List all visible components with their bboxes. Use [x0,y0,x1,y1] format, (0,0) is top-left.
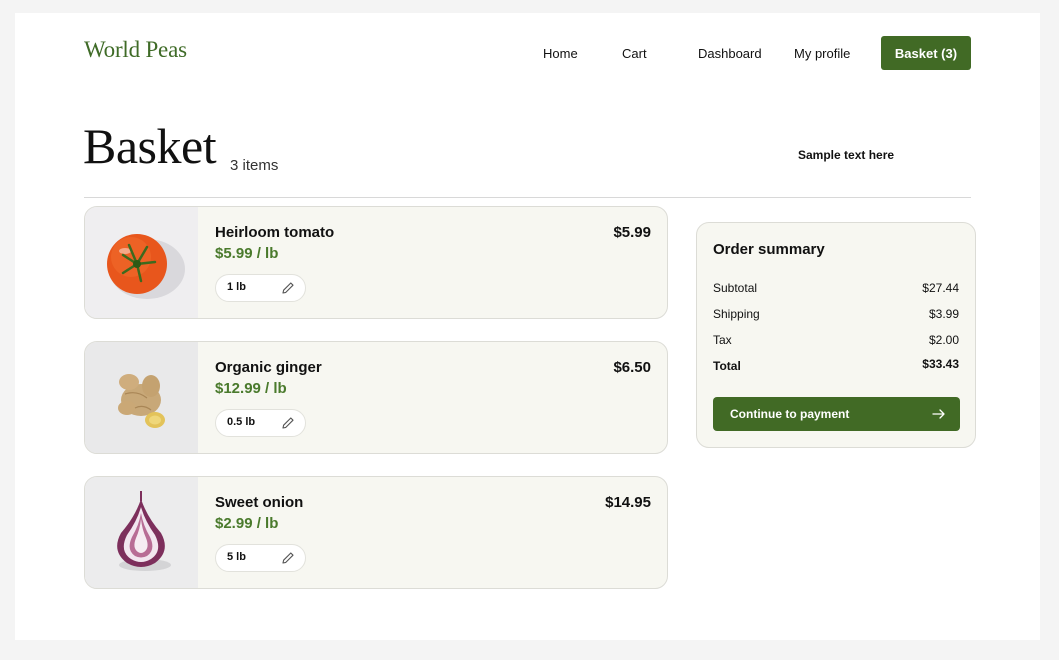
summary-label: Subtotal [713,281,758,295]
item-price: $5.99 [613,224,651,241]
pencil-icon[interactable] [280,550,296,566]
nav-home[interactable]: Home [543,46,578,61]
basket-button[interactable]: Basket (3) [881,36,971,70]
quantity-value: 1 lb [227,281,246,293]
arrow-right-icon [932,409,945,419]
item-unit-price: $12.99 / lb [215,380,287,397]
divider [84,197,971,198]
summary-row-shipping: Shipping $3.99 [713,307,959,321]
continue-to-payment-button[interactable]: Continue to payment [713,397,960,431]
summary-value: $3.99 [928,307,959,321]
page-title: Basket [83,118,217,174]
quantity-value: 5 lb [227,551,246,563]
nav-dashboard[interactable]: Dashboard [698,46,762,61]
summary-value: $33.43 [922,357,959,371]
item-name: Sweet onion [215,494,304,511]
basket-item: Heirloom tomato $5.99 / lb $5.99 1 lb [84,206,668,319]
quantity-editor[interactable]: 1 lb [215,274,306,302]
summary-row-subtotal: Subtotal $27.44 [713,281,959,295]
quantity-value: 0.5 lb [227,416,256,428]
ginger-image [85,342,198,453]
summary-row-tax: Tax $2.00 [713,333,959,347]
summary-label: Tax [713,333,732,347]
order-summary: Order summary Subtotal $27.44 Shipping $… [696,222,976,448]
item-unit-price: $2.99 / lb [215,515,279,532]
logo[interactable]: World Peas [84,37,187,63]
page: World Peas Home Cart Dashboard My profil… [15,13,1040,640]
item-unit-price: $5.99 / lb [215,245,279,262]
summary-label: Total [713,359,741,373]
item-name: Organic ginger [215,359,322,376]
sample-text: Sample text here [798,148,895,162]
basket-item: Sweet onion $2.99 / lb $14.95 5 lb [84,476,668,589]
item-count: 3 items [230,157,279,174]
summary-label: Shipping [713,307,760,321]
basket-item: Organic ginger $12.99 / lb $6.50 0.5 lb [84,341,668,454]
nav-my-profile[interactable]: My profile [794,46,850,61]
quantity-editor[interactable]: 0.5 lb [215,409,306,437]
tomato-image [85,207,198,318]
quantity-editor[interactable]: 5 lb [215,544,306,572]
pencil-icon[interactable] [280,280,296,296]
onion-image [85,477,198,588]
item-price: $6.50 [613,359,651,376]
pencil-icon[interactable] [280,415,296,431]
nav-cart[interactable]: Cart [622,46,647,61]
item-price: $14.95 [605,494,651,511]
summary-value: $2.00 [928,333,959,347]
item-name: Heirloom tomato [215,224,335,241]
summary-title: Order summary [713,241,825,258]
summary-row-total: Total $33.43 [713,357,959,373]
summary-value: $27.44 [922,281,959,295]
payment-button-label: Continue to payment [730,407,850,421]
